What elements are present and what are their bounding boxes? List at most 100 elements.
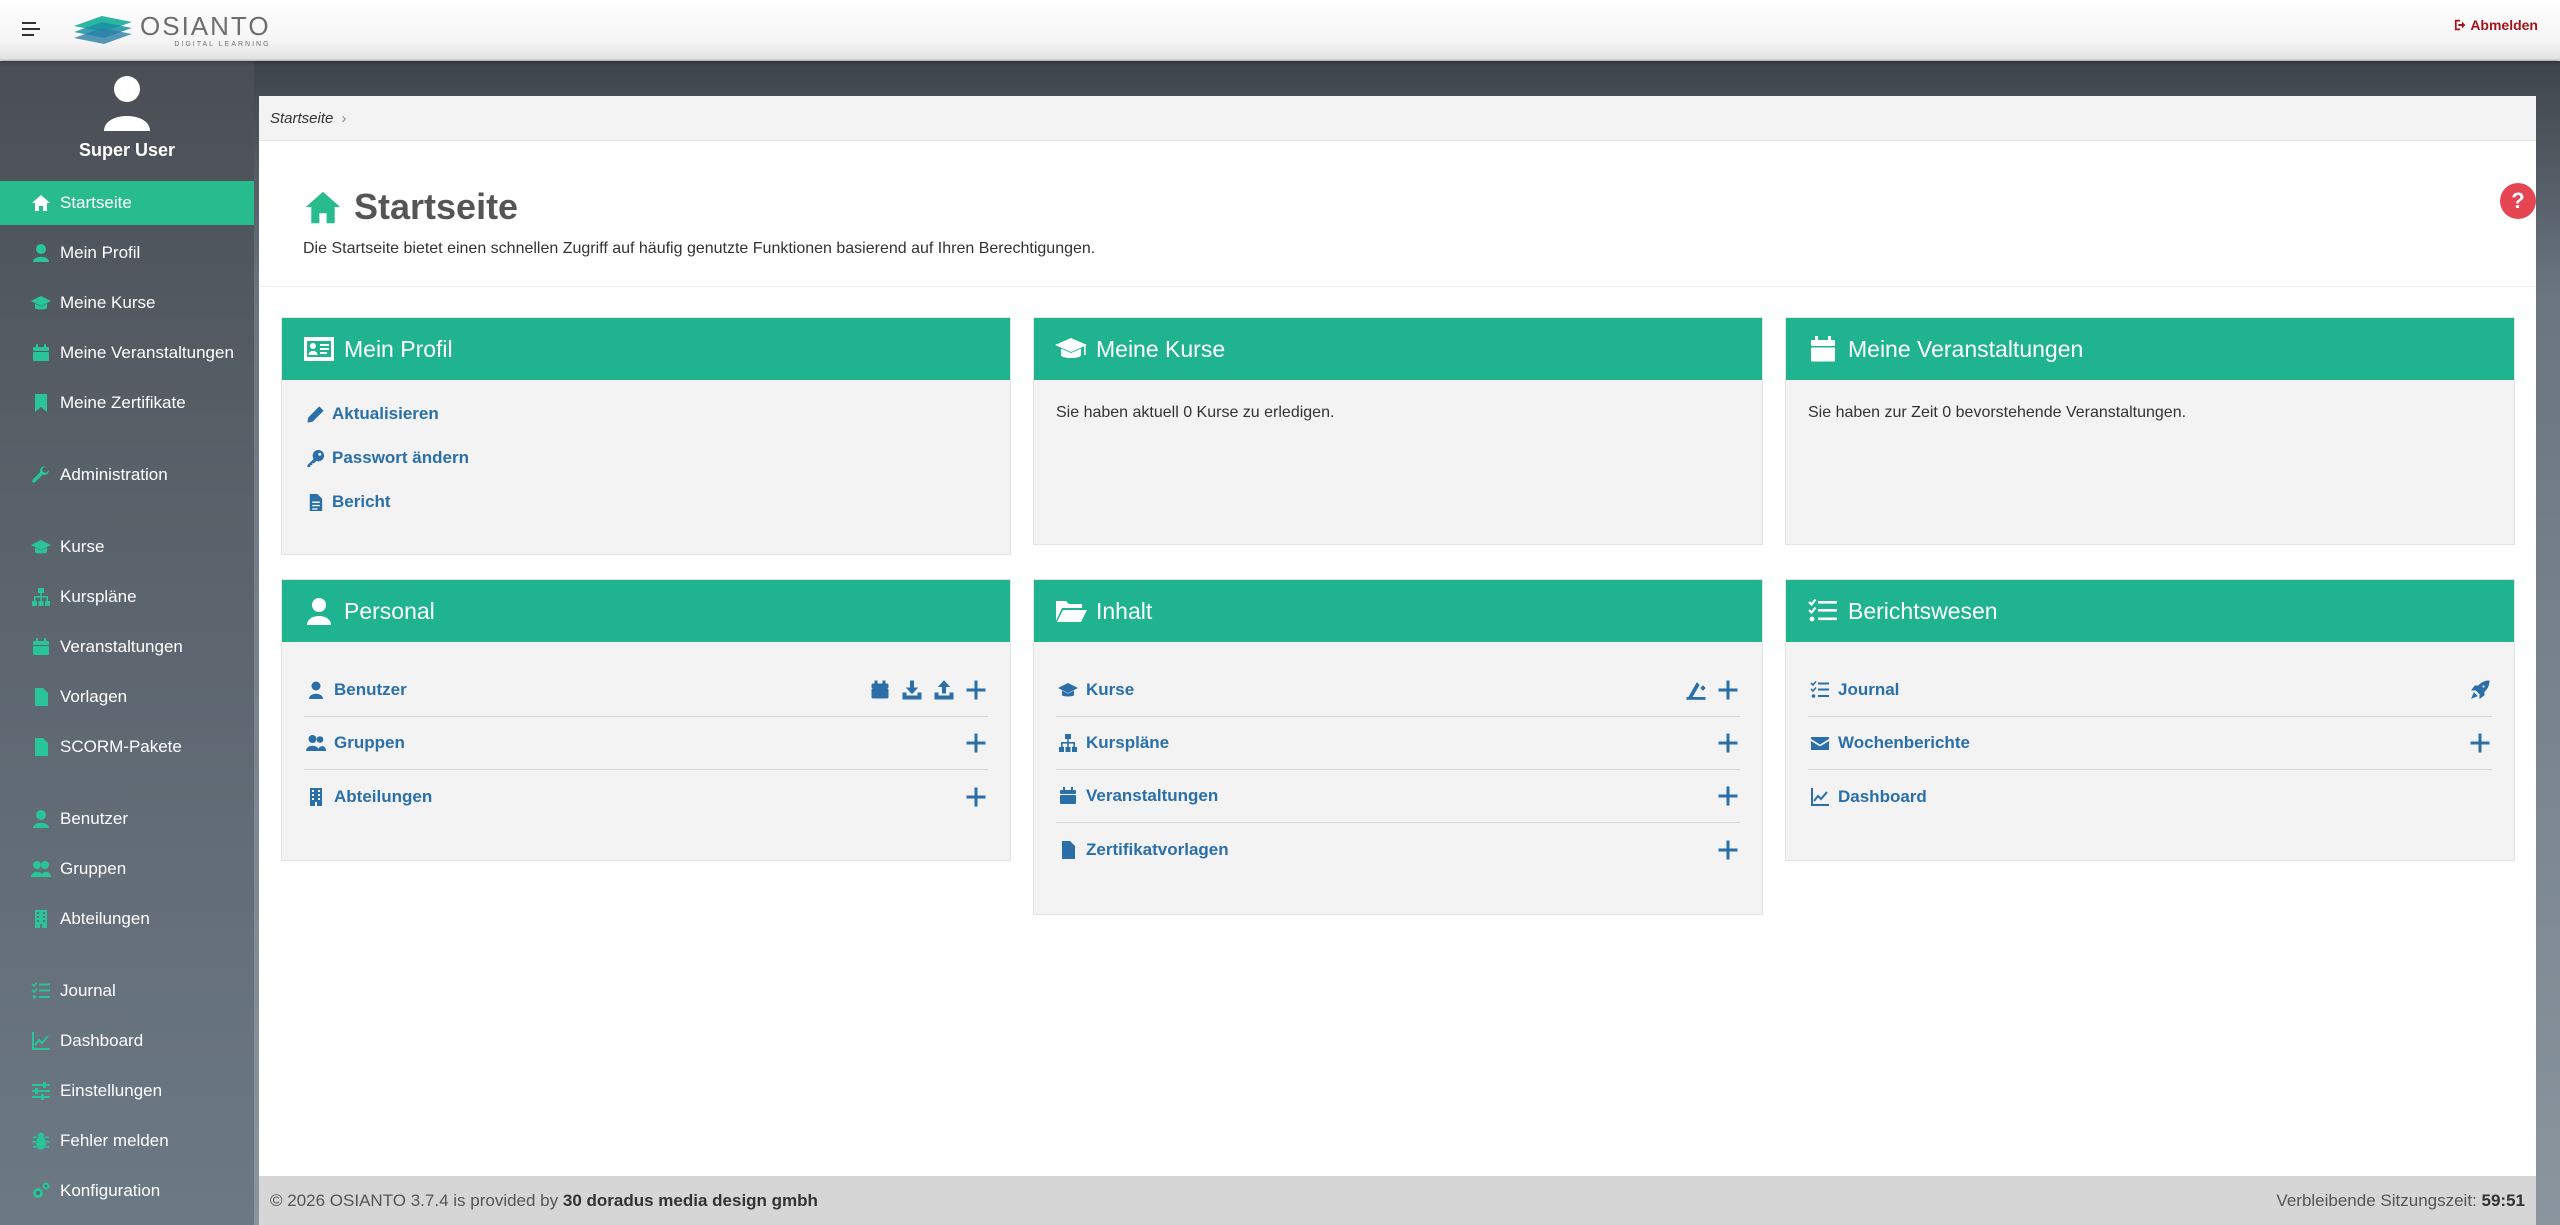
gruppen-link[interactable]: Gruppen <box>334 733 956 753</box>
sidebar-item-benutzer[interactable]: Benutzer <box>0 797 254 841</box>
plus-icon[interactable] <box>2468 731 2492 755</box>
home-icon <box>305 191 341 224</box>
building-icon <box>304 785 328 809</box>
wochenberichte-link[interactable]: Wochenberichte <box>1838 733 2460 753</box>
plus-icon[interactable] <box>1716 838 1740 862</box>
sidebar-item-meine-veranstaltungen[interactable]: Meine Veranstaltungen <box>0 331 254 375</box>
sign-out-icon <box>2455 19 2466 31</box>
abteilungen-link[interactable]: Abteilungen <box>334 787 956 807</box>
sidebar-item-konfiguration[interactable]: Konfiguration <box>0 1169 254 1213</box>
plus-icon[interactable] <box>1716 678 1740 702</box>
kurse-link[interactable]: Kurse <box>1086 680 1676 700</box>
kursplaene-link[interactable]: Kurspläne <box>1086 733 1708 753</box>
sidebar-item-dashboard[interactable]: Dashboard <box>0 1019 254 1063</box>
card-body: Sie haben aktuell 0 Kurse zu erledigen. <box>1034 380 1762 442</box>
sidebar-item-veranstaltungen[interactable]: Veranstaltungen <box>0 625 254 669</box>
home-icon <box>30 192 52 214</box>
sidebar-item-label: Mein Profil <box>60 243 141 262</box>
sidebar-item-label: Veranstaltungen <box>60 637 183 656</box>
sidebar-item-scorm-pakete[interactable]: SCORM-Pakete <box>0 725 254 769</box>
help-button[interactable]: ? <box>2500 183 2536 219</box>
upload-icon[interactable] <box>932 678 956 702</box>
plus-icon[interactable] <box>964 678 988 702</box>
sidebar-item-label: Startseite <box>60 193 132 212</box>
sidebar-item-startseite[interactable]: Startseite <box>0 181 254 225</box>
file-icon <box>30 686 52 708</box>
footer-copyright-block: © 2026 OSIANTO 3.7.4 is provided by 30 d… <box>270 1191 818 1211</box>
card-title: Berichtswesen <box>1848 597 1998 624</box>
list-item-kursplaene: Kurspläne <box>1056 717 1740 770</box>
breadcrumb-item-startseite[interactable]: Startseite <box>270 110 333 127</box>
plus-icon[interactable] <box>1716 731 1740 755</box>
id-card-icon <box>304 337 334 361</box>
sidebar-item-label: Benutzer <box>60 809 129 828</box>
page-header: Startseite Die Startseite bietet einen s… <box>259 141 2536 287</box>
download-icon[interactable] <box>900 678 924 702</box>
avatar[interactable] <box>102 75 152 131</box>
card-header: Meine Kurse <box>1034 318 1762 380</box>
sidebar-item-meine-zertifikate[interactable]: Meine Zertifikate <box>0 381 254 425</box>
sidebar-item-label: Meine Kurse <box>60 293 156 312</box>
magic-wand-icon[interactable] <box>1684 678 1708 702</box>
sidebar-item-label: Journal <box>60 981 116 1000</box>
sliders-icon <box>30 1080 52 1102</box>
benutzer-link[interactable]: Benutzer <box>334 680 860 700</box>
chart-line-icon <box>30 1030 52 1052</box>
sidebar-item-kurse[interactable]: Kurse <box>0 525 254 569</box>
sidebar-item-gruppen[interactable]: Gruppen <box>0 847 254 891</box>
card-header: Inhalt <box>1034 580 1762 642</box>
link-label: Passwort ändern <box>332 448 469 467</box>
link-bericht[interactable]: Bericht <box>304 480 988 524</box>
users-icon <box>304 731 328 755</box>
sidebar-item-label: Gruppen <box>60 859 127 878</box>
link-passwort-aendern[interactable]: Passwort ändern <box>304 436 988 480</box>
list-item-zertifikatvorlagen: Zertifikatvorlagen <box>1056 823 1740 876</box>
card-personal: Personal Benutzer Gruppen Abteilungen <box>281 579 1011 861</box>
veranstaltungen-link[interactable]: Veranstaltungen <box>1086 786 1708 806</box>
card-meine-veranstaltungen: Meine Veranstaltungen Sie haben zur Zeit… <box>1785 317 2515 545</box>
sidebar-item-label: Vorlagen <box>60 687 128 706</box>
sidebar-item-journal[interactable]: Journal <box>0 969 254 1013</box>
sidebar-item-einstellungen[interactable]: Einstellungen <box>0 1069 254 1113</box>
list-item-wochenberichte: Wochenberichte <box>1808 717 2492 770</box>
link-label: Aktualisieren <box>332 404 439 423</box>
link-aktualisieren[interactable]: Aktualisieren <box>304 392 988 436</box>
calendar-icon[interactable] <box>868 678 892 702</box>
graduation-cap-icon <box>30 292 52 314</box>
tasks-icon <box>1808 598 1837 622</box>
breadcrumb-separator: › <box>341 109 347 127</box>
logout-button[interactable]: Abmelden <box>2454 17 2538 33</box>
sitemap-icon <box>1056 731 1080 755</box>
main-panel: Startseite › Startseite Die Startseite b… <box>259 96 2536 1225</box>
logo[interactable]: OSIANTO DIGITAL LEARNING <box>72 12 271 48</box>
zertifikatvorlagen-link[interactable]: Zertifikatvorlagen <box>1086 840 1708 860</box>
card-mein-profil: Mein Profil Aktualisieren Passwort änder… <box>281 317 1011 555</box>
sidebar-item-administration[interactable]: Administration <box>0 453 254 497</box>
breadcrumb: Startseite › <box>259 96 2536 141</box>
sidebar-item-fehler-melden[interactable]: Fehler melden <box>0 1119 254 1163</box>
page-description: Die Startseite bietet einen schnellen Zu… <box>303 240 1096 257</box>
building-icon <box>30 908 52 930</box>
sidebar-item-mein-profil[interactable]: Mein Profil <box>0 231 254 275</box>
page-title: Startseite <box>354 186 519 227</box>
card-header: Meine Veranstaltungen <box>1786 318 2514 380</box>
sidebar-item-abteilungen[interactable]: Abteilungen <box>0 897 254 941</box>
plus-icon[interactable] <box>964 785 988 809</box>
page-title-row: Startseite <box>304 186 518 228</box>
plus-icon[interactable] <box>964 731 988 755</box>
menu-toggle-icon[interactable] <box>22 22 40 38</box>
sidebar-item-meine-kurse[interactable]: Meine Kurse <box>0 281 254 325</box>
sidebar-item-kursplaene[interactable]: Kurspläne <box>0 575 254 619</box>
rocket-icon[interactable] <box>2468 678 2492 702</box>
plus-icon[interactable] <box>1716 784 1740 808</box>
journal-link[interactable]: Journal <box>1838 680 2460 700</box>
footer-company[interactable]: 30 doradus media design gmbh <box>563 1191 818 1210</box>
card-body: Journal Wochenberichte Dashboard <box>1786 642 2514 843</box>
sidebar-item-vorlagen[interactable]: Vorlagen <box>0 675 254 719</box>
dashboard-link[interactable]: Dashboard <box>1838 787 2492 807</box>
card-body: Benutzer Gruppen Abteilungen <box>282 642 1010 843</box>
card-text: Sie haben aktuell 0 Kurse zu erledigen. <box>1056 404 1335 421</box>
folder-open-icon <box>1056 601 1087 622</box>
user-icon <box>307 598 331 625</box>
sidebar-item-label: Kurse <box>60 537 105 556</box>
